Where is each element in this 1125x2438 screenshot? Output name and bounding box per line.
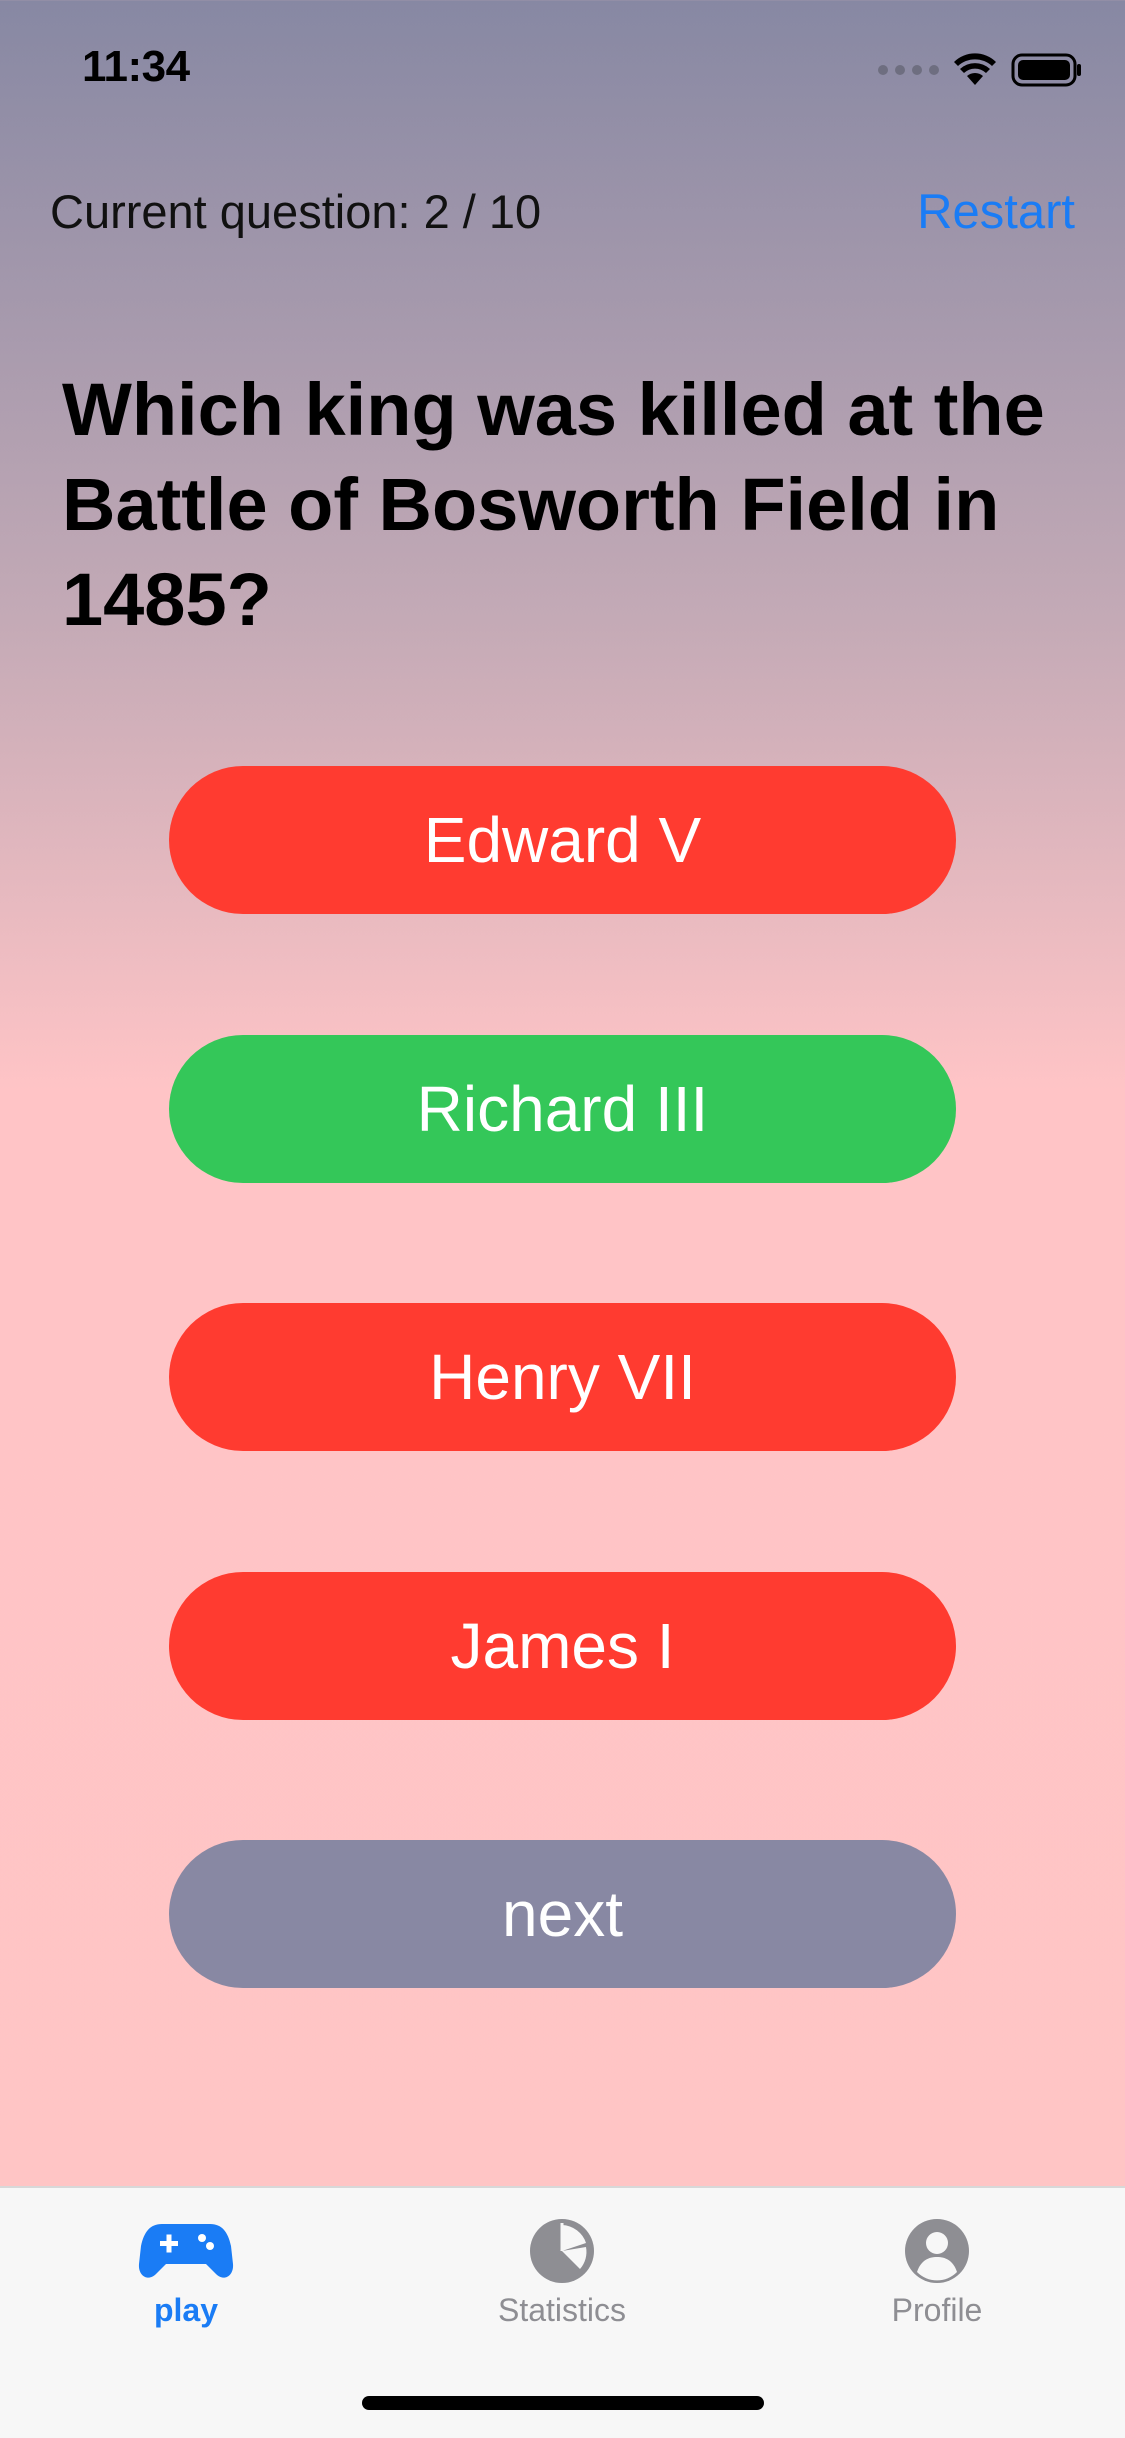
quiz-header: Current question: 2 / 10 Restart: [0, 178, 1125, 248]
cellular-signal-icon: [878, 65, 939, 75]
answer-button-james-i[interactable]: James I: [169, 1572, 956, 1720]
status-bar: 11:34: [0, 0, 1125, 132]
tab-profile-label: Profile: [891, 2292, 983, 2328]
question-counter: Current question: 2 / 10: [50, 185, 542, 238]
answer-button-henry-vii[interactable]: Henry VII: [169, 1303, 956, 1451]
tab-statistics-label: Statistics: [497, 2292, 627, 2328]
gamecontroller-icon: [138, 2224, 234, 2278]
home-indicator: [362, 2396, 764, 2410]
tab-play-label: play: [153, 2292, 219, 2328]
answer-button-richard-iii[interactable]: Richard III: [169, 1035, 956, 1183]
battery-icon: [1011, 53, 1081, 87]
pie-chart-icon: [530, 2219, 594, 2283]
next-button[interactable]: next: [169, 1840, 956, 1988]
answer-button-edward-v[interactable]: Edward V: [169, 766, 956, 914]
status-icons: [878, 50, 1083, 90]
tab-play[interactable]: play: [56, 2216, 316, 2329]
tab-statistics[interactable]: Statistics: [432, 2216, 692, 2329]
tab-profile[interactable]: Profile: [807, 2216, 1067, 2329]
status-time: 11:34: [82, 42, 190, 91]
restart-button[interactable]: Restart: [917, 184, 1075, 240]
question-text: Which king was killed at the Battle of B…: [62, 368, 1045, 641]
person-circle-icon: [905, 2219, 969, 2283]
wifi-icon: [954, 53, 996, 85]
